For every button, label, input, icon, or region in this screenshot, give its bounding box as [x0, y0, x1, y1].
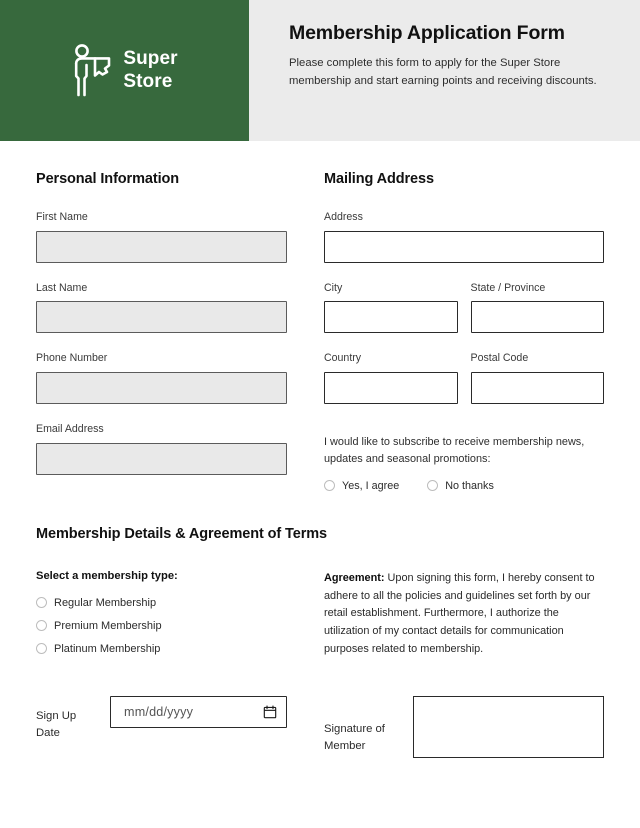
country-label: Country — [324, 352, 362, 365]
address-label: Address — [324, 211, 363, 223]
state-province-field: State / Province — [470, 281, 604, 334]
last-name-input[interactable] — [36, 301, 287, 334]
personal-information-title: Personal Information — [36, 171, 180, 187]
page-title: Membership Application Form — [289, 22, 565, 44]
page-header: Super Store Membership Application Form … — [0, 0, 640, 141]
radio-circle-icon[interactable] — [427, 480, 439, 492]
top-columns: Personal Information First Name Last Nam… — [36, 141, 604, 494]
first-name-input[interactable] — [36, 230, 287, 263]
membership-details-columns: Select a membership type: Regular Member… — [36, 570, 604, 666]
signature-input[interactable] — [413, 695, 604, 758]
email-address-label: Email Address — [36, 423, 104, 436]
signature-block: Signature of Member — [287, 695, 604, 758]
agreement-paragraph: Agreement: Upon signing this form, I her… — [324, 570, 604, 659]
last-name-label: Last Name — [36, 281, 88, 294]
radio-circle-icon[interactable] — [36, 597, 47, 609]
membership-option-premium[interactable]: Premium Membership — [36, 620, 287, 632]
signup-date-input[interactable]: mm/dd/yyyy — [110, 695, 287, 728]
membership-details-section: Membership Details & Agreement of Terms … — [36, 494, 604, 666]
membership-option-platinum[interactable]: Platinum Membership — [36, 643, 287, 655]
city-state-row: City State / Province — [324, 282, 604, 353]
signup-date-label: Sign Up Date — [36, 709, 77, 740]
membership-type-subhead: Select a membership type: — [36, 569, 178, 582]
radio-circle-icon[interactable] — [36, 620, 47, 632]
city-field: City — [324, 282, 458, 334]
signup-date-block: Sign Up Date mm/dd/yyyy — [36, 695, 287, 758]
postal-code-input[interactable] — [470, 372, 604, 405]
signup-date-placeholder: mm/dd/yyyy — [124, 704, 194, 719]
subscription-options: Yes, I agree No thanks — [324, 480, 604, 492]
agreement-label: Agreement: — [324, 571, 385, 584]
postal-code-label: Postal Code — [470, 352, 529, 365]
phone-number-input[interactable] — [36, 372, 287, 405]
mailing-address-section: Mailing Address Address City State / Pro… — [287, 171, 604, 494]
address-field: Address — [324, 211, 604, 263]
brand-name: Super Store — [123, 48, 177, 93]
personal-information-section: Personal Information First Name Last Nam… — [36, 171, 287, 494]
brand-name-line2: Store — [123, 70, 173, 92]
person-figure-icon — [75, 43, 111, 96]
subscription-option-yes-label: Yes, I agree — [342, 479, 400, 492]
membership-option-platinum-label: Platinum Membership — [54, 642, 161, 655]
form-sheet: Personal Information First Name Last Nam… — [0, 141, 640, 758]
city-input[interactable] — [324, 301, 458, 334]
membership-details-title: Membership Details & Agreement of Terms — [36, 525, 328, 542]
brand-name-line1: Super — [123, 48, 178, 70]
mailing-address-title: Mailing Address — [324, 171, 434, 187]
first-name-field: First Name — [36, 211, 287, 263]
subscription-option-no[interactable]: No thanks — [427, 480, 494, 492]
membership-option-regular-label: Regular Membership — [54, 596, 157, 609]
phone-number-label: Phone Number — [36, 352, 108, 365]
membership-type-options: Regular Membership Premium Membership Pl… — [36, 597, 287, 655]
subscription-option-no-label: No thanks — [445, 479, 494, 492]
phone-number-field: Phone Number — [36, 352, 287, 405]
signature-label: Signature of Member — [324, 722, 385, 753]
radio-circle-icon[interactable] — [36, 643, 47, 655]
header-text-block: Membership Application Form Please compl… — [249, 0, 640, 141]
calendar-icon[interactable] — [263, 705, 277, 719]
membership-option-premium-label: Premium Membership — [54, 619, 162, 632]
subscription-block: I would like to subscribe to receive mem… — [324, 434, 604, 492]
last-name-field: Last Name — [36, 282, 287, 334]
brand-block: Super Store — [0, 0, 249, 141]
subscription-option-yes[interactable]: Yes, I agree — [324, 480, 399, 492]
signoff-section: Sign Up Date mm/dd/yyyy Signature of Mem… — [36, 666, 604, 758]
agreement-block: Agreement: Upon signing this form, I her… — [287, 570, 604, 666]
address-input[interactable] — [324, 230, 604, 263]
country-input[interactable] — [324, 372, 458, 405]
email-address-field: Email Address — [36, 423, 287, 475]
membership-option-regular[interactable]: Regular Membership — [36, 597, 287, 609]
agreement-body: Upon signing this form, I hereby consent… — [324, 571, 595, 655]
state-province-label: State / Province — [470, 281, 546, 294]
country-field: Country — [324, 352, 458, 405]
page-subtitle: Please complete this form to apply for t… — [289, 57, 597, 88]
first-name-label: First Name — [36, 211, 88, 223]
city-label: City — [324, 281, 343, 294]
subscription-text: I would like to subscribe to receive mem… — [324, 436, 585, 466]
radio-circle-icon[interactable] — [324, 480, 335, 492]
country-postal-row: Country Postal Code — [324, 352, 604, 423]
membership-type-block: Select a membership type: Regular Member… — [36, 570, 287, 666]
postal-code-field: Postal Code — [470, 352, 604, 405]
state-province-input[interactable] — [470, 301, 604, 334]
email-address-input[interactable] — [36, 442, 287, 475]
